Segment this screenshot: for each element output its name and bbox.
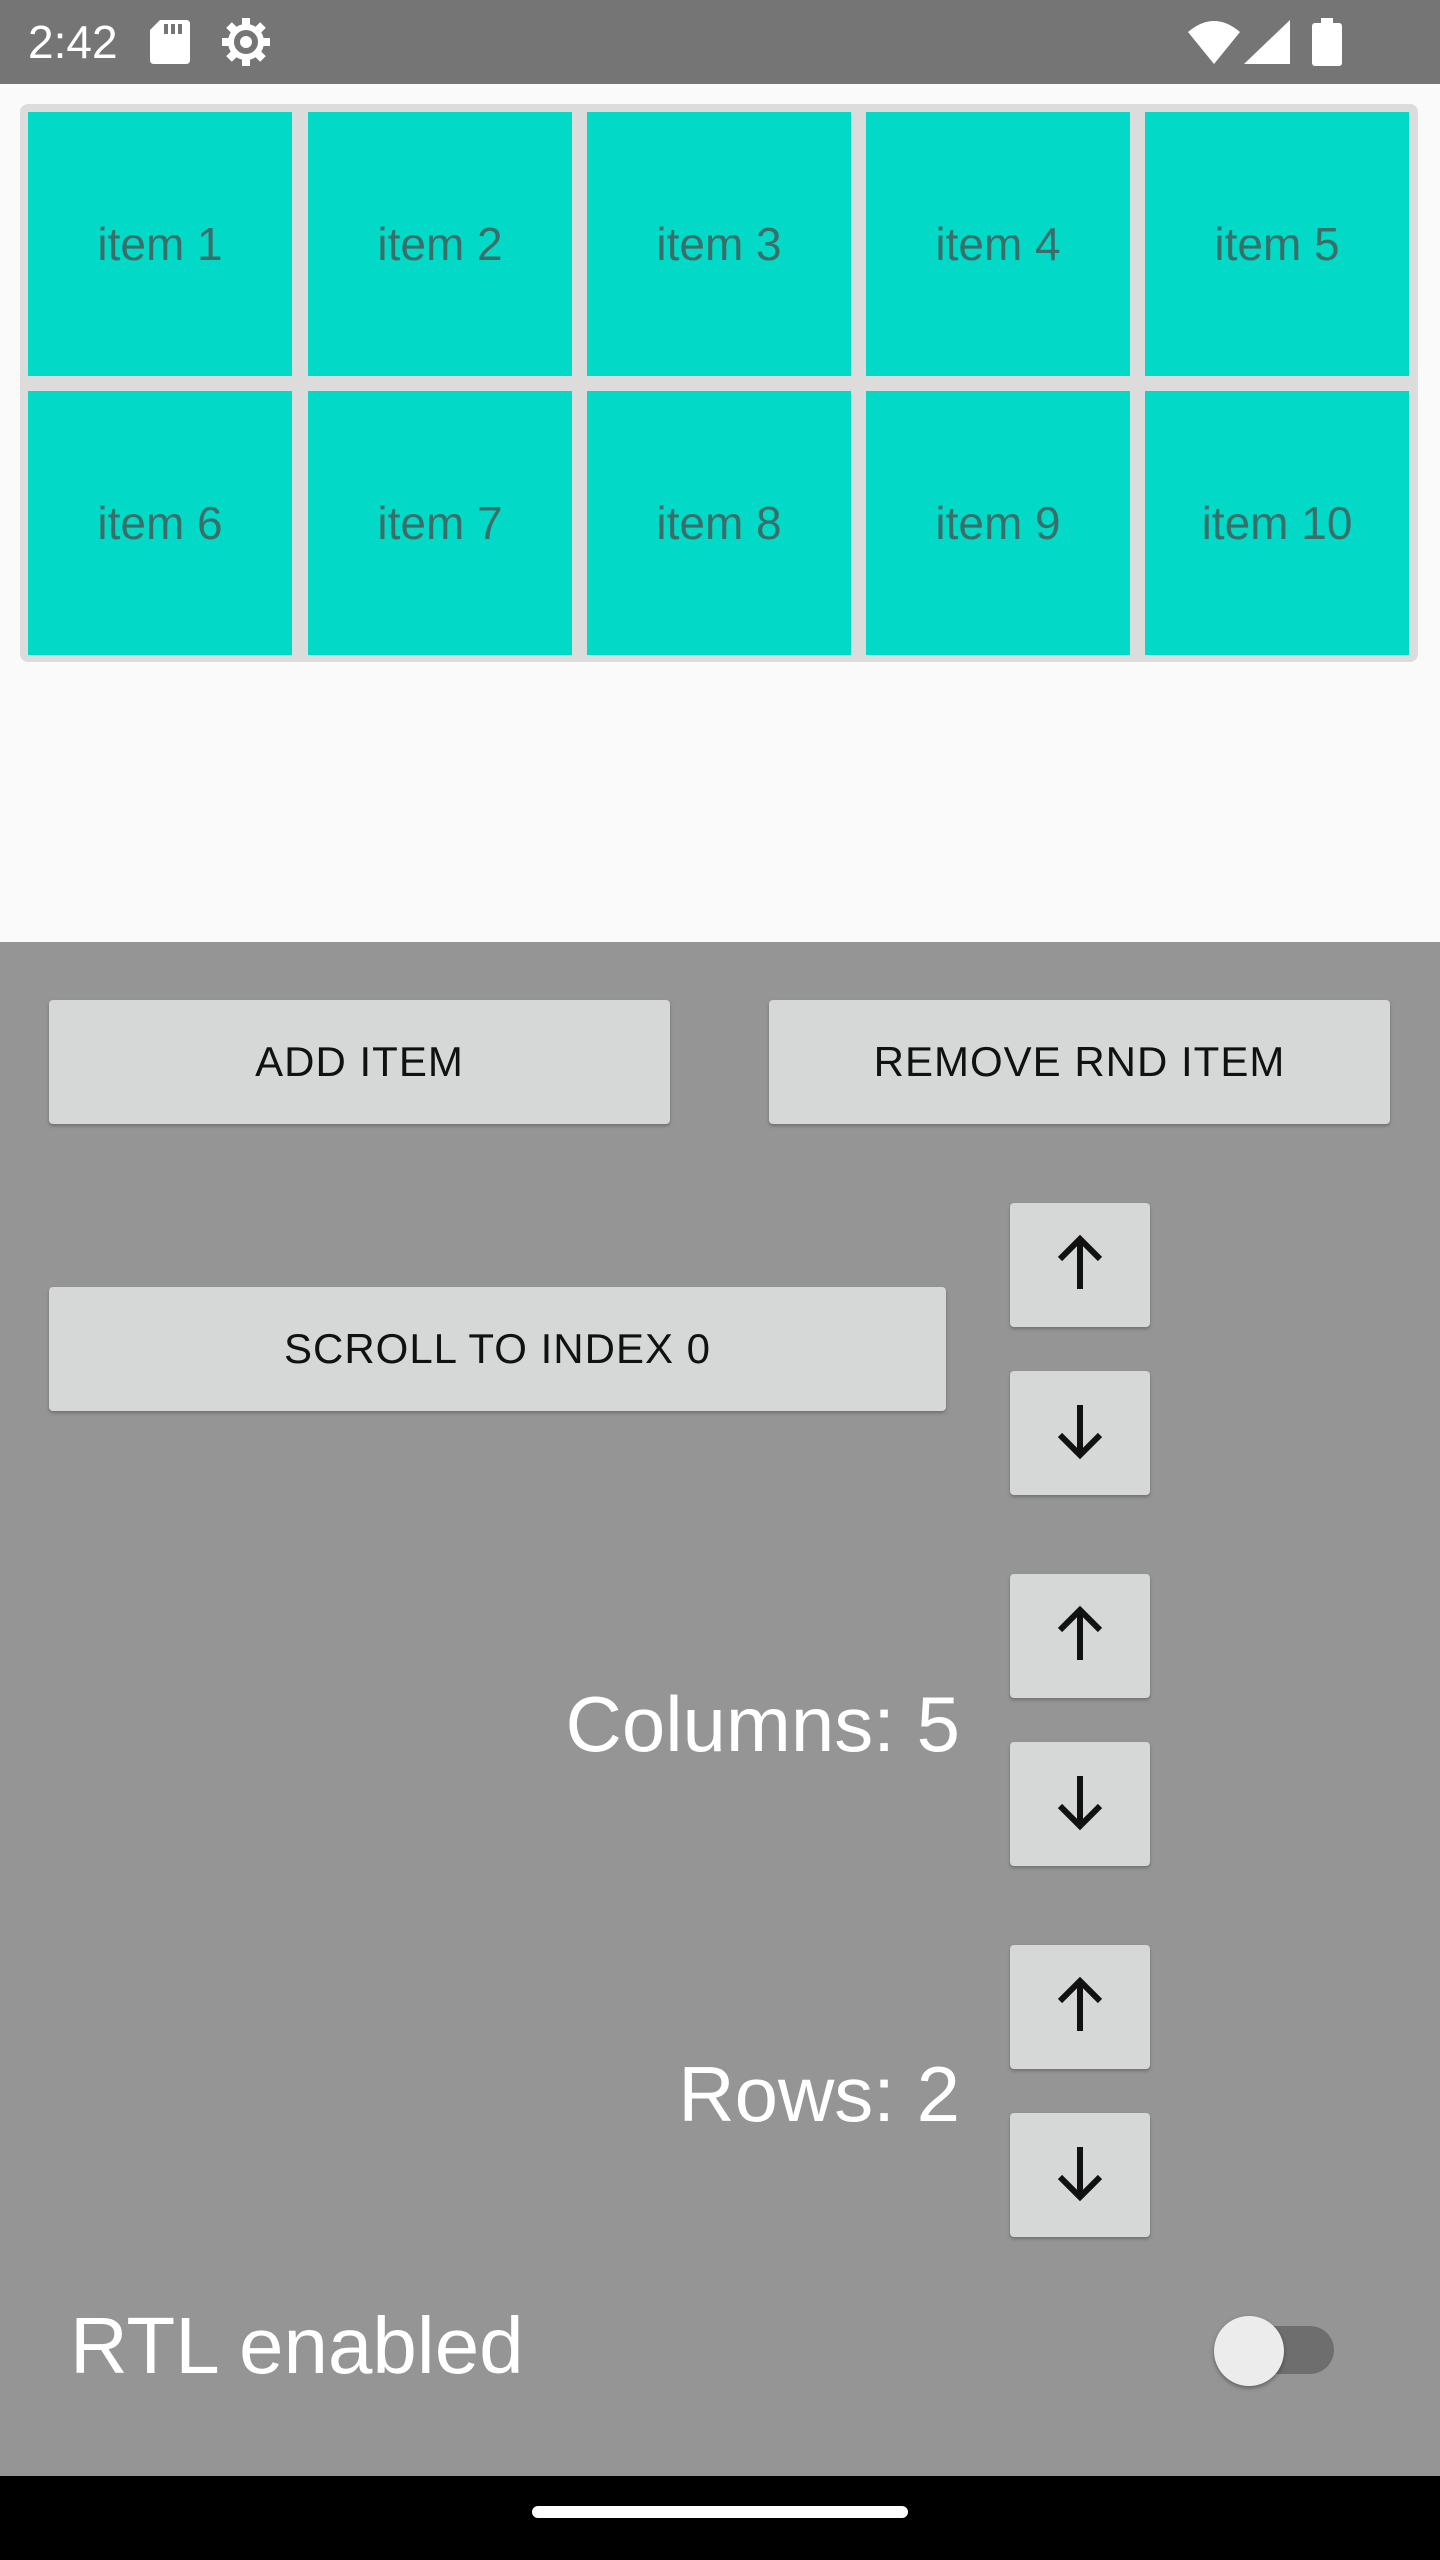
columns-up-button[interactable] [1010,1574,1150,1698]
grid-item[interactable]: item 3 [587,112,851,376]
navigation-bar [0,2476,1440,2560]
index-down-button[interactable] [1010,1371,1150,1495]
rows-up-button[interactable] [1010,1945,1150,2069]
arrow-down-icon [1050,1401,1110,1466]
add-item-button[interactable]: ADD ITEM [49,1000,670,1124]
grid-item[interactable]: item 8 [587,391,851,655]
index-up-button[interactable] [1010,1203,1150,1327]
home-handle[interactable] [532,2506,908,2518]
wifi-icon [1188,20,1240,69]
grid-item[interactable]: item 7 [308,391,572,655]
sd-card-icon [150,20,190,69]
grid-item[interactable]: item 10 [1145,391,1409,655]
grid-item[interactable]: item 1 [28,112,292,376]
scroll-to-index-button[interactable]: SCROLL TO INDEX 0 [49,1287,946,1411]
grid-item[interactable]: item 6 [28,391,292,655]
columns-down-button[interactable] [1010,1742,1150,1866]
settings-icon [220,16,272,73]
arrow-down-icon [1050,1772,1110,1837]
signal-icon [1244,20,1290,69]
arrow-up-icon [1050,1975,1110,2040]
grid-item[interactable]: item 2 [308,112,572,376]
columns-label: Columns: 5 [565,1680,961,1768]
status-bar: 2:42 [0,0,1440,84]
battery-icon [1312,18,1342,71]
arrow-up-icon [1050,1233,1110,1298]
rows-down-button[interactable] [1010,2113,1150,2237]
remove-random-item-button[interactable]: REMOVE RND ITEM [769,1000,1390,1124]
grid-item[interactable]: item 9 [866,391,1130,655]
arrow-down-icon [1050,2143,1110,2208]
arrow-up-icon [1050,1604,1110,1669]
rtl-switch-thumb[interactable] [1214,2316,1284,2386]
rows-label: Rows: 2 [678,2050,960,2138]
grid-item[interactable]: item 5 [1145,112,1409,376]
rtl-label: RTL enabled [70,2301,524,2390]
grid-item[interactable]: item 4 [866,112,1130,376]
status-time: 2:42 [28,16,118,68]
